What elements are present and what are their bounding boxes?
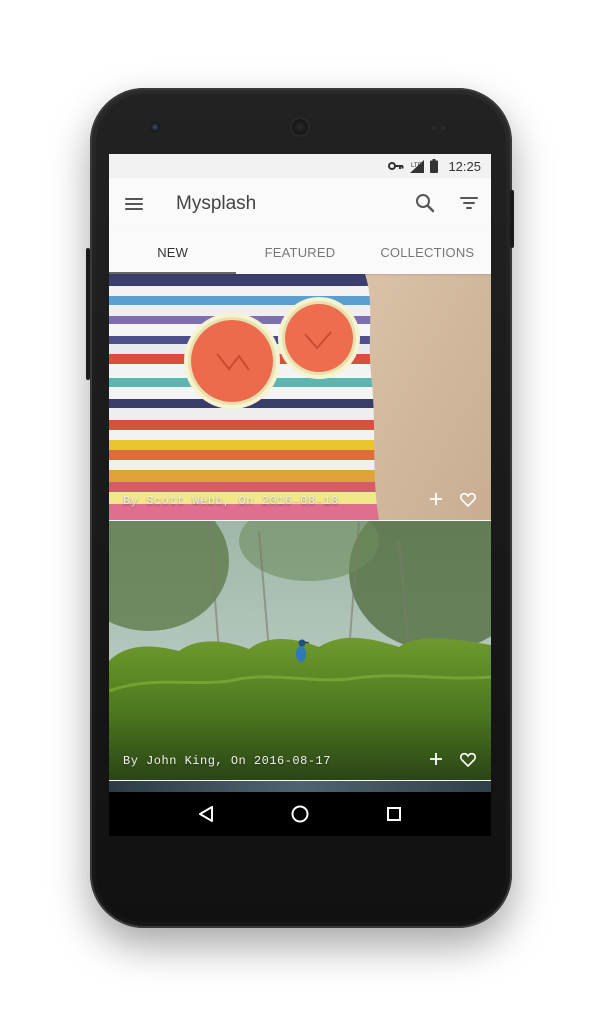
status-bar: LTE 12:25 xyxy=(109,154,491,178)
photo-actions xyxy=(427,490,477,508)
earpiece-speaker xyxy=(290,117,310,137)
tab-collections[interactable]: COLLECTIONS xyxy=(364,230,491,274)
proximity-sensor xyxy=(432,126,436,130)
volume-button xyxy=(86,248,90,380)
svg-text:LTE: LTE xyxy=(411,163,422,169)
tab-bar: NEW FEATURED COLLECTIONS xyxy=(109,230,491,274)
heart-icon[interactable] xyxy=(459,750,477,768)
heart-icon[interactable] xyxy=(459,490,477,508)
search-icon[interactable] xyxy=(414,192,436,214)
vpn-key-icon xyxy=(388,161,404,171)
status-time: 12:25 xyxy=(448,158,481,174)
app-bar: Mysplash xyxy=(109,178,491,230)
power-button xyxy=(510,190,514,248)
signal-icon: LTE xyxy=(410,159,425,173)
photo-actions xyxy=(427,750,477,768)
photo-caption: By John King, On 2016-08-17 xyxy=(123,754,331,768)
add-icon[interactable] xyxy=(427,750,445,768)
tab-new[interactable]: NEW xyxy=(109,230,236,274)
menu-icon[interactable] xyxy=(123,193,145,215)
photo-feed: By Scott Webb, On 2016-08-18 By John Kin… xyxy=(109,274,491,792)
filter-icon[interactable] xyxy=(458,192,480,214)
bird-photo xyxy=(109,521,491,780)
battery-icon xyxy=(430,159,439,173)
photo-caption: By Scott Webb, On 2016-08-18 xyxy=(123,494,339,508)
screen: LTE 12:25 Mysplash NEW FEATURED COLLECTI… xyxy=(109,154,491,836)
photo-card[interactable]: By John King, On 2016-08-17 xyxy=(109,521,491,780)
watermelon-photo xyxy=(109,274,491,520)
photo-card[interactable]: By Scott Webb, On 2016-08-18 xyxy=(109,274,491,520)
front-camera xyxy=(150,122,160,132)
tab-indicator xyxy=(109,272,236,274)
back-triangle-icon[interactable] xyxy=(194,802,218,826)
tab-featured[interactable]: FEATURED xyxy=(236,230,363,274)
photo-card[interactable] xyxy=(109,781,491,792)
light-sensor xyxy=(441,126,445,130)
recents-square-icon[interactable] xyxy=(382,802,406,826)
nav-bar xyxy=(109,792,491,836)
add-icon[interactable] xyxy=(427,490,445,508)
home-circle-icon[interactable] xyxy=(288,802,312,826)
app-title: Mysplash xyxy=(176,193,257,214)
